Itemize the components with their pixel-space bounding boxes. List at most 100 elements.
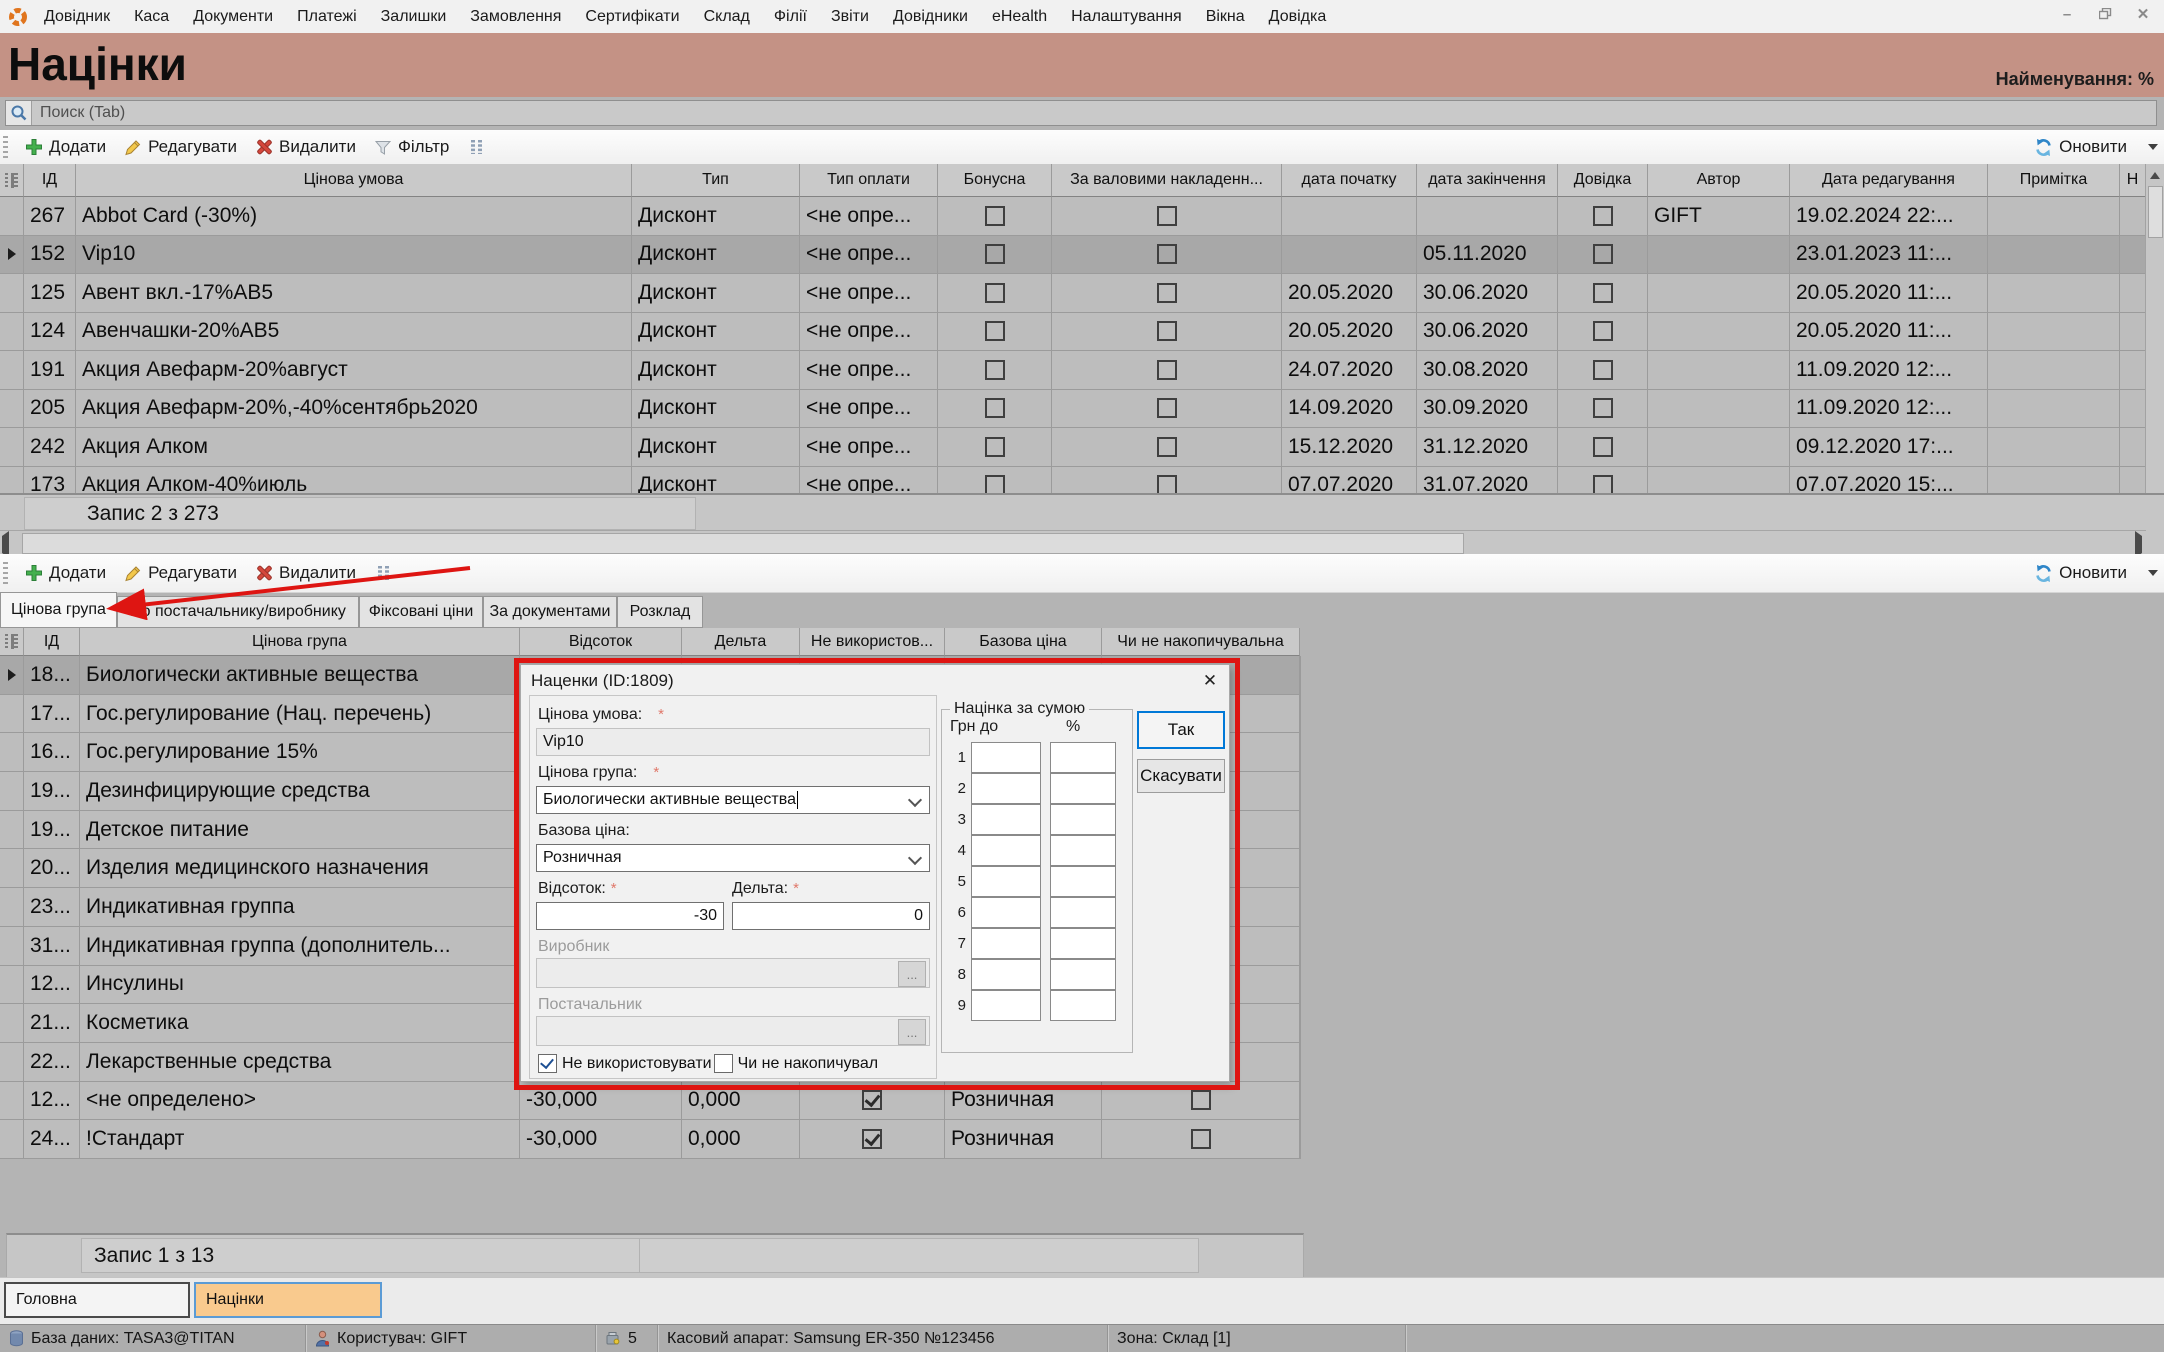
window-tab-home[interactable]: Головна	[4, 1282, 190, 1318]
column-header-7[interactable]: дата початку	[1282, 164, 1417, 197]
edit-button[interactable]: Редагувати	[115, 134, 246, 160]
percent-input-8[interactable]	[1050, 959, 1116, 990]
supplier-field[interactable]: ...	[536, 1016, 930, 1046]
add-button[interactable]: Додати	[16, 560, 115, 586]
menu-item-13[interactable]: Налаштування	[1059, 0, 1194, 33]
menu-item-7[interactable]: Сертифікати	[573, 0, 691, 33]
delete-button[interactable]: Видалити	[246, 560, 365, 586]
percent-field[interactable]	[536, 902, 724, 930]
column-header-4[interactable]: Дельта	[682, 628, 800, 656]
refresh-dropdown-icon[interactable]	[2148, 144, 2158, 150]
percent-input-1[interactable]	[1050, 742, 1116, 773]
cancel-button[interactable]: Скасувати	[1137, 759, 1225, 793]
edit-button[interactable]: Редагувати	[115, 560, 246, 586]
window-tab-markups[interactable]: Націнки	[194, 1282, 382, 1318]
uah-to-input-9[interactable]	[971, 990, 1041, 1021]
column-header-3[interactable]: Відсоток	[520, 628, 682, 656]
uah-to-input-5[interactable]	[971, 866, 1041, 897]
menu-item-11[interactable]: Довідники	[881, 0, 980, 33]
price-group-row[interactable]: 24...!Стандарт-30,0000,000Розничная	[0, 1120, 1300, 1159]
uah-to-input-7[interactable]	[971, 928, 1041, 959]
add-button[interactable]: Додати	[16, 134, 115, 160]
uah-to-input-8[interactable]	[971, 959, 1041, 990]
price-group-row[interactable]: 12...<не определено>-30,0000,000Рознична…	[0, 1082, 1300, 1121]
detail-tab-1[interactable]: Цінова група	[0, 592, 117, 628]
column-header-9[interactable]: Довідка	[1558, 164, 1648, 197]
column-header-6[interactable]: Базова ціна	[945, 628, 1102, 656]
price-condition-row[interactable]: 125Авент вкл.-17%АВ5Дисконт<не опре...20…	[0, 274, 2146, 313]
scrollbar-thumb[interactable]	[2148, 186, 2163, 238]
percent-input-6[interactable]	[1050, 897, 1116, 928]
price-group-select[interactable]: Биологически активные вещества	[536, 786, 930, 814]
browse-button[interactable]: ...	[898, 961, 926, 987]
menu-item-15[interactable]: Довідка	[1257, 0, 1339, 33]
column-header-7[interactable]: Чи не накопичувальна	[1102, 628, 1300, 656]
column-header-1[interactable]: ІД	[24, 164, 76, 197]
column-header-13[interactable]: Н	[2120, 164, 2146, 197]
detail-tab-3[interactable]: Фіксовані ціни	[359, 596, 483, 628]
column-header-8[interactable]: дата закінчення	[1417, 164, 1558, 197]
column-header-10[interactable]: Автор	[1648, 164, 1790, 197]
minimize-icon[interactable]: –	[2054, 4, 2080, 24]
ok-button[interactable]: Так	[1137, 711, 1225, 749]
horizontal-scrollbar[interactable]	[0, 530, 2146, 555]
uah-to-input-1[interactable]	[971, 742, 1041, 773]
restore-icon[interactable]	[2092, 4, 2118, 24]
menu-item-6[interactable]: Замовлення	[458, 0, 573, 33]
uah-to-input-2[interactable]	[971, 773, 1041, 804]
menu-item-5[interactable]: Залишки	[369, 0, 459, 33]
menu-item-14[interactable]: Вікна	[1194, 0, 1257, 33]
menu-item-4[interactable]: Платежі	[285, 0, 369, 33]
price-condition-row[interactable]: 152Vip10Дисконт<не опре...05.11.202023.0…	[0, 236, 2146, 275]
price-condition-row[interactable]: 124Авенчашки-20%АВ5Дисконт<не опре...20.…	[0, 313, 2146, 352]
percent-input-4[interactable]	[1050, 835, 1116, 866]
uah-to-input-4[interactable]	[971, 835, 1041, 866]
price-condition-row[interactable]: 267Abbot Card (-30%)Дисконт<не опре...GI…	[0, 197, 2146, 236]
column-header-5[interactable]: Не використов...	[800, 628, 945, 656]
not-use-checkbox[interactable]	[538, 1054, 557, 1073]
detail-tab-5[interactable]: Розклад	[617, 596, 703, 628]
price-condition-row[interactable]: 191Акция Авефарм-20%августДисконт<не опр…	[0, 351, 2146, 390]
menu-item-10[interactable]: Звіти	[819, 0, 881, 33]
column-header-4[interactable]: Тип оплати	[800, 164, 938, 197]
uah-to-input-6[interactable]	[971, 897, 1041, 928]
columns-button[interactable]	[458, 135, 494, 159]
manufacturer-field[interactable]: ...	[536, 958, 930, 988]
scrollbar-thumb[interactable]	[22, 533, 1464, 554]
delete-button[interactable]: Видалити	[246, 134, 365, 160]
search-input[interactable]	[32, 101, 2156, 125]
price-condition-row[interactable]: 173Акция Алком-40%июльДисконт<не опре...…	[0, 467, 2146, 494]
percent-input-2[interactable]	[1050, 773, 1116, 804]
detail-tab-4[interactable]: За документами	[483, 596, 617, 628]
filter-button[interactable]: Фільтр	[365, 134, 458, 160]
column-header-6[interactable]: За валовими накладенн...	[1052, 164, 1282, 197]
dialog-close-icon[interactable]: ✕	[1199, 670, 1221, 692]
columns-button[interactable]	[365, 561, 401, 585]
uah-to-input-3[interactable]	[971, 804, 1041, 835]
percent-input-3[interactable]	[1050, 804, 1116, 835]
menu-item-1[interactable]: Довідник	[32, 0, 122, 33]
column-header-11[interactable]: Дата редагування	[1790, 164, 1988, 197]
delta-field[interactable]	[732, 902, 930, 930]
menu-item-9[interactable]: Філії	[762, 0, 819, 33]
detail-tab-2[interactable]: По постачальнику/виробнику	[117, 596, 359, 628]
refresh-dropdown-icon[interactable]	[2148, 570, 2158, 576]
column-header-1[interactable]: ІД	[24, 628, 80, 656]
column-header-12[interactable]: Примітка	[1988, 164, 2120, 197]
base-price-select[interactable]: Розничная	[536, 844, 930, 872]
browse-button[interactable]: ...	[898, 1019, 926, 1045]
close-window-icon[interactable]: ✕	[2130, 4, 2156, 24]
menu-item-2[interactable]: Каса	[122, 0, 181, 33]
price-condition-row[interactable]: 242Акция АлкомДисконт<не опре...15.12.20…	[0, 428, 2146, 467]
column-header-2[interactable]: Цінова група	[80, 628, 520, 656]
scroll-up-icon[interactable]	[2146, 165, 2164, 185]
menu-item-3[interactable]: Документи	[181, 0, 285, 33]
column-header-2[interactable]: Цінова умова	[76, 164, 632, 197]
price-condition-row[interactable]: 205Акция Авефарм-20%,-40%сентябрь2020Дис…	[0, 390, 2146, 429]
refresh-button[interactable]: Оновити	[2025, 134, 2136, 160]
menu-item-8[interactable]: Склад	[692, 0, 762, 33]
percent-input-5[interactable]	[1050, 866, 1116, 897]
vertical-scrollbar[interactable]	[2145, 164, 2164, 530]
percent-input-9[interactable]	[1050, 990, 1116, 1021]
price-condition-field[interactable]	[536, 728, 930, 756]
